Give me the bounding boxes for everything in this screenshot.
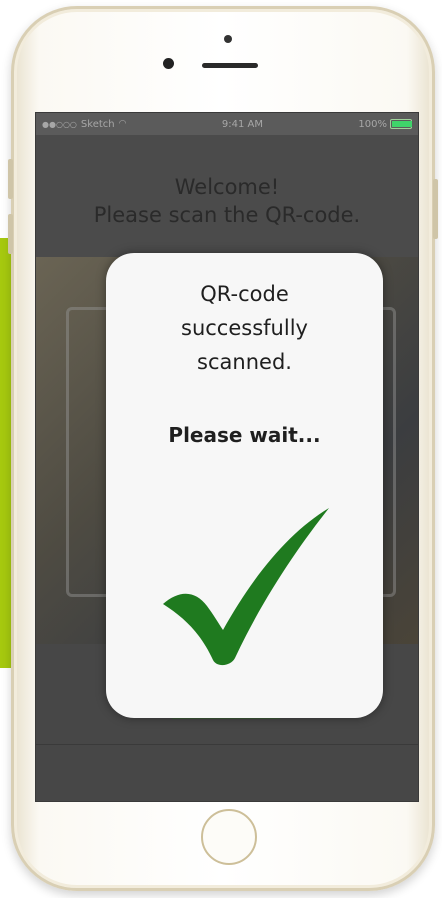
success-message: QR-code successfully scanned. (181, 282, 308, 374)
power-button (433, 179, 438, 239)
welcome-title: Welcome! (174, 175, 280, 199)
wait-message: Please wait... (168, 423, 321, 447)
status-bar: ●●○○○ Sketch ◠ 9:41 AM 100% (36, 113, 418, 135)
wifi-icon: ◠ (118, 119, 127, 129)
battery-status: 100% (358, 119, 412, 130)
signal-dots-icon: ●●○○○ (42, 119, 77, 129)
checkmark-shape (163, 508, 329, 666)
phone-frame: ●●○○○ Sketch ◠ 9:41 AM 100% Welcome! Ple… (8, 6, 438, 891)
checkmark-icon (163, 508, 329, 666)
volume-button (8, 159, 13, 199)
phone-screen: ●●○○○ Sketch ◠ 9:41 AM 100% Welcome! Ple… (35, 112, 419, 802)
battery-icon (389, 119, 412, 129)
scan-instruction: Please scan the QR-code. (93, 203, 361, 227)
battery-percent: 100% (358, 118, 387, 130)
status-left: ●●○○○ Sketch ◠ (42, 119, 126, 130)
front-camera (163, 58, 174, 69)
carrier-label: Sketch (80, 118, 115, 130)
home-button[interactable] (201, 809, 257, 865)
status-time: 9:41 AM (221, 118, 263, 130)
earpiece-speaker (202, 63, 258, 68)
volume-button (8, 214, 13, 254)
divider (36, 744, 418, 745)
battery-fill (391, 121, 412, 127)
proximity-sensor (224, 35, 232, 43)
welcome-header: Welcome! Please scan the QR-code. (36, 173, 418, 229)
scan-success-modal: QR-code successfully scanned. Please wai… (106, 253, 383, 718)
